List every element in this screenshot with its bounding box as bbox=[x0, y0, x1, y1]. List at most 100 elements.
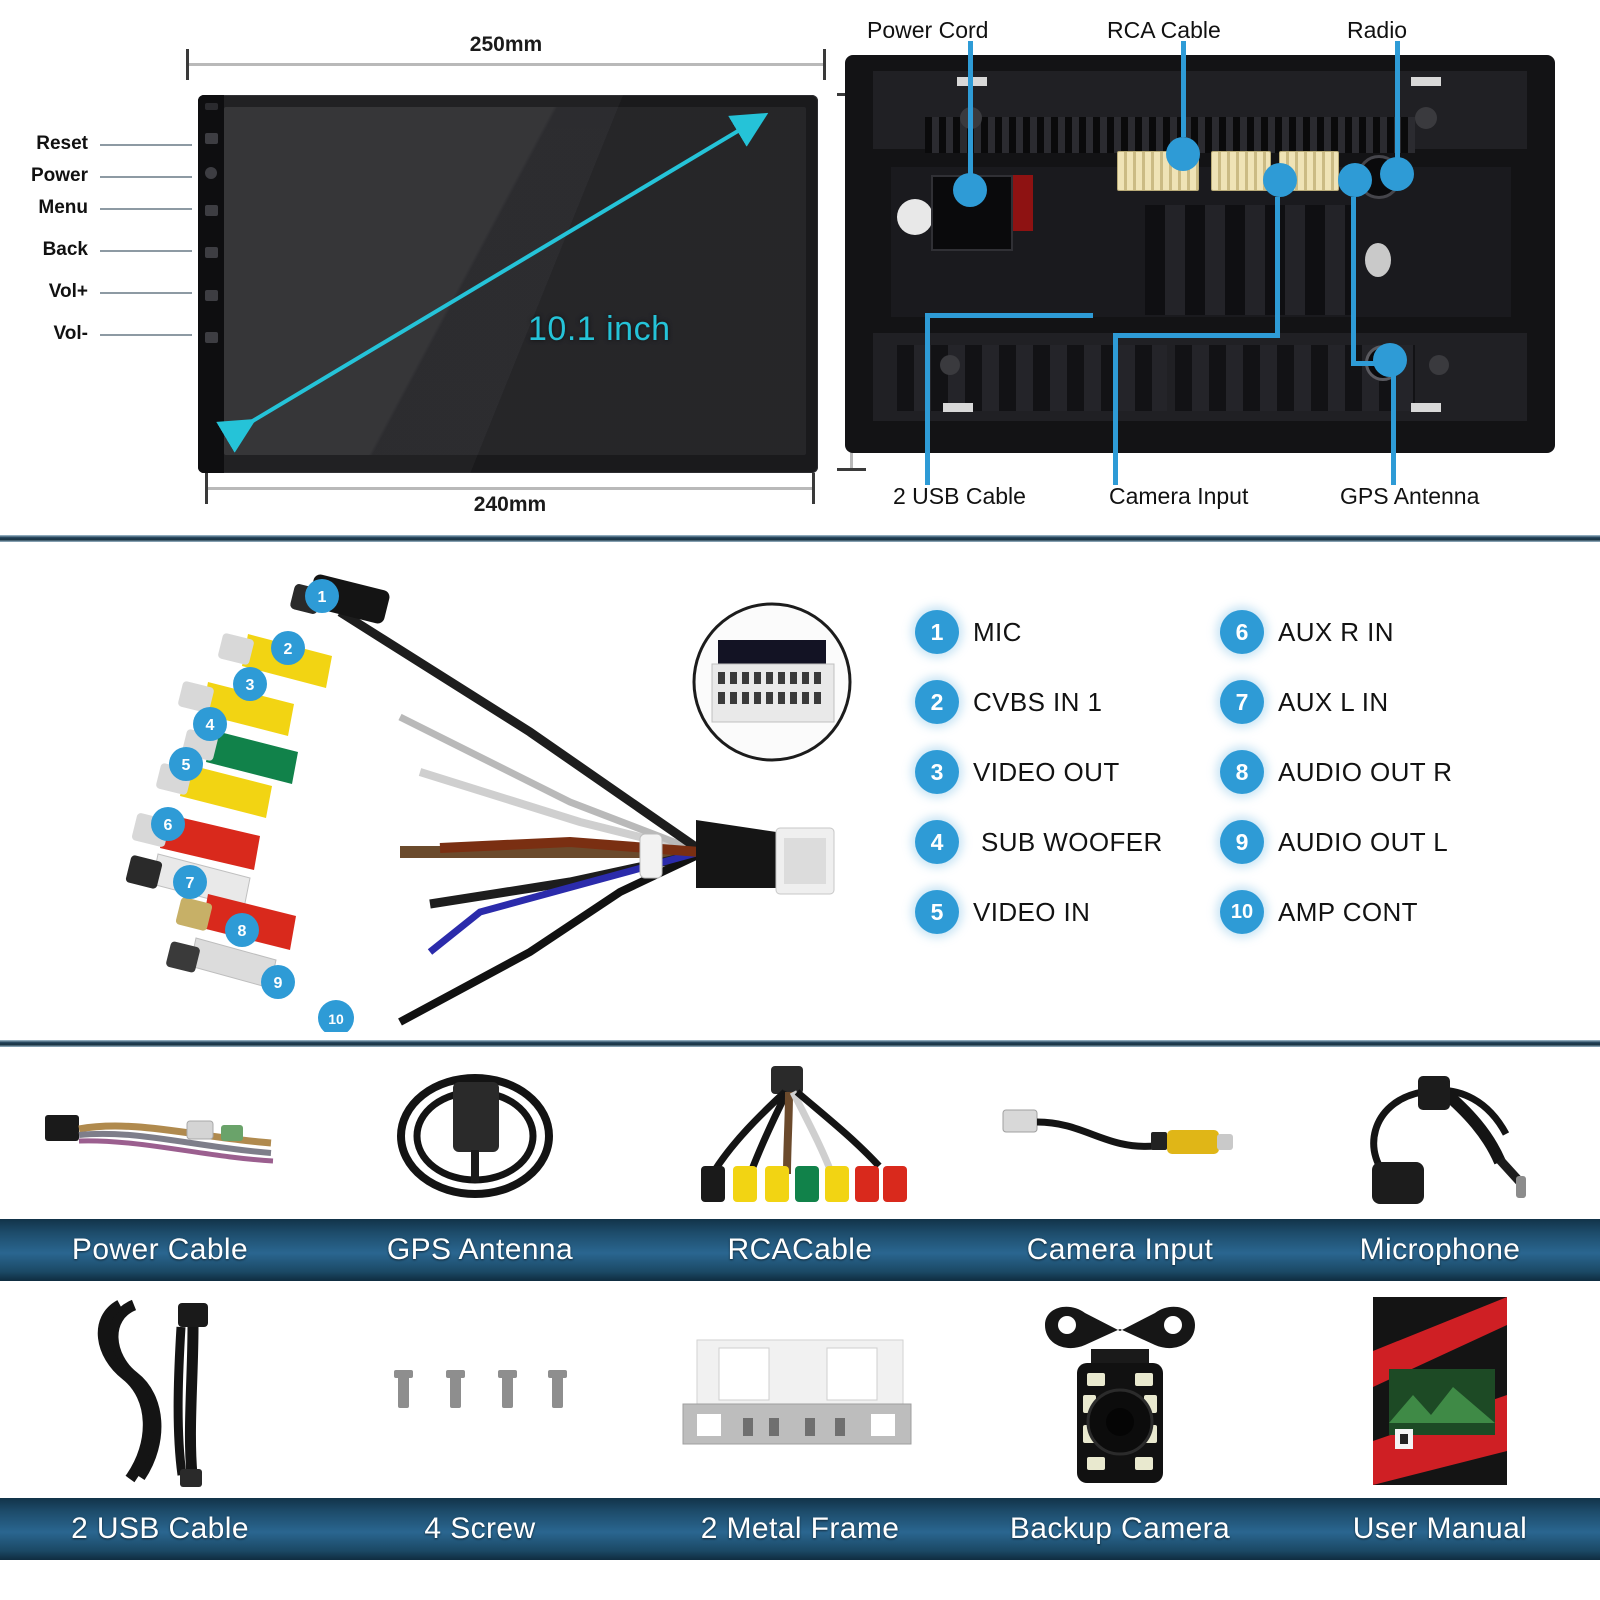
legend-item: 6 AUX R IN bbox=[1220, 597, 1520, 667]
annotation-radio: Radio bbox=[1347, 17, 1408, 43]
screen-size-label: 10.1 inch bbox=[528, 310, 671, 348]
screw-hole-bl bbox=[940, 355, 960, 375]
lead-gps-v1 bbox=[1351, 197, 1356, 365]
caption-screws: 4 Screw bbox=[424, 1512, 536, 1545]
section-harness-legend: 1 2 3 4 5 6 7 8 9 10 1 MIC 2 CVBS IN 1 3… bbox=[0, 542, 1600, 1040]
legend-item: 8 AUDIO OUT R bbox=[1220, 737, 1520, 807]
accessory-row-1: Power Cable GPS Antenna RCACable Camera … bbox=[0, 1047, 1600, 1281]
lead-camera-v1 bbox=[1275, 197, 1280, 337]
dot-rca-cable bbox=[1166, 137, 1200, 171]
accessory-image-metal-frame bbox=[640, 1283, 960, 1498]
pad-bl bbox=[943, 403, 973, 412]
plug-audio-out-l bbox=[166, 937, 277, 989]
accessory-row-2-images bbox=[0, 1283, 1600, 1498]
pad-tr bbox=[1411, 77, 1441, 86]
legend-item: 1 MIC bbox=[915, 597, 1215, 667]
callout-reset: Reset bbox=[36, 133, 88, 154]
accessory-image-microphone bbox=[1280, 1047, 1600, 1219]
svg-text:4: 4 bbox=[206, 717, 215, 734]
aux-jack bbox=[1365, 243, 1391, 277]
svg-text:10: 10 bbox=[328, 1011, 344, 1027]
callout-line-volume-down bbox=[100, 334, 192, 336]
legend-badge: 1 bbox=[915, 610, 959, 654]
legend-label: SUB WOOFER bbox=[981, 826, 1163, 857]
callout-line-back bbox=[100, 250, 192, 252]
legend-item: 4 SUB WOOFER bbox=[915, 807, 1215, 877]
usb-cable-icon bbox=[97, 1299, 208, 1487]
legend-label: MIC bbox=[973, 616, 1022, 647]
svg-text:9: 9 bbox=[274, 975, 283, 992]
section-dimensions-and-rear: 250mm 10.1 inch 240mm Reset Power Menu B… bbox=[0, 0, 1600, 535]
accessory-image-camera-input bbox=[960, 1047, 1280, 1219]
annotation-rca-cable: RCA Cable bbox=[1107, 17, 1221, 43]
callout-line-power bbox=[100, 176, 192, 178]
legend-badge: 9 bbox=[1220, 820, 1264, 864]
legend-badge: 2 bbox=[915, 680, 959, 724]
user-manual-icon bbox=[1373, 1296, 1507, 1485]
front-view-group: 250mm 10.1 inch 240mm Reset Power Menu B… bbox=[31, 25, 890, 516]
width-bottom-dimension-line bbox=[205, 473, 815, 504]
legend-label: VIDEO OUT bbox=[973, 756, 1120, 787]
legend-item: 5 VIDEO IN bbox=[915, 877, 1215, 947]
svg-text:3: 3 bbox=[246, 677, 255, 694]
accessory-image-power-cable bbox=[0, 1047, 320, 1219]
callout-volume-up: Vol+ bbox=[48, 281, 88, 302]
legend-badge: 4 bbox=[915, 820, 959, 864]
caption-usb-cable: 2 USB Cable bbox=[71, 1512, 249, 1545]
legend-badge: 3 bbox=[915, 750, 959, 794]
dot-gps-jack bbox=[1373, 343, 1407, 377]
section-divider-1 bbox=[0, 535, 1600, 542]
callout-power: Power bbox=[30, 165, 88, 186]
legend-item: 9 AUDIO OUT L bbox=[1220, 807, 1520, 877]
gps-antenna-icon bbox=[397, 1074, 553, 1198]
legend-badge: 5 bbox=[915, 890, 959, 934]
legend-item: 3 VIDEO OUT bbox=[915, 737, 1215, 807]
legend-badge: 6 bbox=[1220, 610, 1264, 654]
section-package-contents: Power Cable GPS Antenna RCACable Camera … bbox=[0, 1047, 1600, 1600]
annotation-usb-cable: 2 USB Cable bbox=[893, 483, 1026, 509]
accessory-image-rca-cable bbox=[640, 1047, 960, 1219]
caption-gps-antenna: GPS Antenna bbox=[386, 1233, 574, 1266]
accessory-row-1-captions: Power Cable GPS Antenna RCACable Camera … bbox=[0, 1219, 1600, 1281]
legend-label: AUDIO OUT R bbox=[1278, 756, 1453, 787]
accessory-row-2-captions: 2 USB Cable 4 Screw 2 Metal Frame Backup… bbox=[0, 1498, 1600, 1560]
lead-camera-v2 bbox=[1113, 333, 1118, 485]
lead-rca-cable bbox=[1181, 41, 1186, 137]
diagonal-measure-arrow bbox=[216, 112, 769, 453]
legend-label: CVBS IN 1 bbox=[973, 686, 1103, 717]
legend-label: AUDIO OUT L bbox=[1278, 826, 1449, 857]
lead-gps-v2 bbox=[1391, 361, 1396, 485]
dot-gps-antenna bbox=[1338, 163, 1372, 197]
power-cable-icon bbox=[45, 1115, 274, 1164]
backup-camera-icon bbox=[1045, 1306, 1195, 1483]
annotation-camera-input: Camera Input bbox=[1109, 483, 1249, 509]
callout-line-volume-up bbox=[100, 292, 192, 294]
lead-usb-h bbox=[925, 313, 1093, 318]
width-top-dimension-line bbox=[186, 49, 826, 80]
legend-label: VIDEO IN bbox=[973, 896, 1091, 927]
caption-user-manual: User Manual bbox=[1352, 1512, 1528, 1545]
caption-microphone: Microphone bbox=[1359, 1233, 1521, 1266]
svg-text:7: 7 bbox=[186, 875, 195, 892]
accessory-image-gps-antenna bbox=[320, 1047, 640, 1219]
caption-power-cable: Power Cable bbox=[71, 1233, 249, 1266]
legend-item: 7 AUX L IN bbox=[1220, 667, 1520, 737]
callout-volume-down: Vol- bbox=[53, 323, 88, 344]
caption-backup-camera: Backup Camera bbox=[1009, 1512, 1231, 1545]
legend-badge: 10 bbox=[1220, 890, 1264, 934]
legend-item: 10 AMP CONT bbox=[1220, 877, 1520, 947]
lead-power-cord bbox=[968, 41, 973, 181]
legend-label: AUX R IN bbox=[1278, 616, 1394, 647]
mid-fins bbox=[1145, 205, 1355, 315]
caption-rca-cable: RCACable bbox=[727, 1233, 873, 1266]
rear-view-group: Power Cord RCA Cable Radio 2 USB Cable C… bbox=[845, 17, 1555, 509]
annotation-gps-antenna: GPS Antenna bbox=[1340, 483, 1480, 509]
microphone-icon bbox=[1370, 1076, 1526, 1204]
head-unit-front: 10.1 inch bbox=[198, 95, 818, 473]
width-top-label: 250mm bbox=[469, 33, 543, 56]
svg-text:1: 1 bbox=[318, 589, 327, 606]
section-divider-2 bbox=[0, 1040, 1600, 1047]
sticker-label bbox=[897, 199, 933, 235]
connector-b bbox=[1211, 151, 1271, 191]
callout-back: Back bbox=[42, 239, 88, 260]
